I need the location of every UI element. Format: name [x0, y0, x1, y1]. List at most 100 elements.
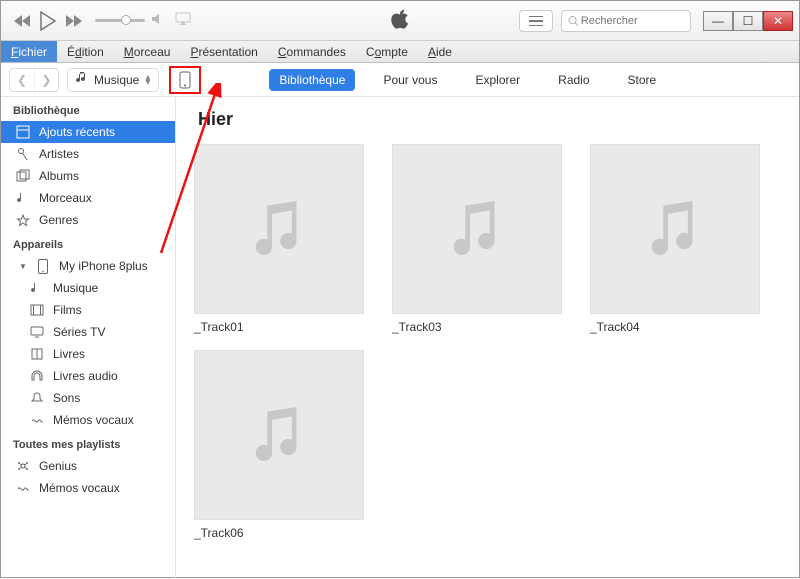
note-icon: [29, 280, 45, 296]
airplay-icon[interactable]: [175, 12, 191, 29]
sidebar-item-genres[interactable]: Genres: [1, 209, 175, 231]
sidebar-item-sons[interactable]: Sons: [1, 387, 175, 409]
list-view-button[interactable]: [519, 10, 553, 32]
mic-icon: [15, 146, 31, 162]
menu-fichier[interactable]: FFichierichier: [1, 41, 57, 62]
phone-icon: [35, 258, 51, 274]
genius-icon: [15, 458, 31, 474]
menu-commandes[interactable]: CommandesCommandes: [268, 41, 356, 62]
music-note-icon: [76, 71, 88, 88]
tab-store[interactable]: Store: [618, 69, 667, 91]
sidebar-item-label: Ajouts récents: [39, 125, 115, 139]
menu-compte[interactable]: CompteCompte: [356, 41, 418, 62]
sidebar-item-morceaux[interactable]: Morceaux: [1, 187, 175, 209]
sidebar-item-label: Sons: [53, 391, 80, 405]
tab-pour-vous[interactable]: Pour vous: [373, 69, 447, 91]
sidebar-item-séries-tv[interactable]: Séries TV: [1, 321, 175, 343]
chevron-updown-icon: ▴▾: [145, 75, 150, 85]
tab-bibliotheque[interactable]: Bibliothèque: [269, 69, 355, 91]
device-button[interactable]: [169, 66, 201, 94]
tv-icon: [29, 324, 45, 340]
album-tile[interactable]: _Track03: [392, 144, 562, 334]
sidebar-item-albums[interactable]: Albums: [1, 165, 175, 187]
sidebar-item-label: Genres: [39, 213, 78, 227]
nav-back-button[interactable]: ❮: [10, 69, 34, 91]
genres-icon: [15, 212, 31, 228]
sidebar-item-mémos-vocaux[interactable]: Mémos vocaux: [1, 409, 175, 431]
maximize-button[interactable]: ☐: [733, 11, 763, 31]
sidebar-item-label: Musique: [53, 281, 98, 295]
audiobook-icon: [29, 368, 45, 384]
close-button[interactable]: ✕: [763, 11, 793, 31]
toolbar: ❮ ❯ Musique ▴▾ Bibliothèque Pour vous Ex…: [1, 63, 799, 97]
memo-icon: [29, 412, 45, 428]
note-icon: [15, 190, 31, 206]
playback-controls: [13, 11, 83, 31]
album-tile[interactable]: _Track06: [194, 350, 364, 540]
album-tile[interactable]: _Track01: [194, 144, 364, 334]
menu-aide[interactable]: AideAide: [418, 41, 462, 62]
content-area: Hier _Track01 _Track03 _Track04 _Track06: [176, 97, 799, 579]
content-heading: Hier: [198, 109, 781, 130]
bell-icon: [29, 390, 45, 406]
next-button[interactable]: [65, 14, 83, 28]
sidebar-item-label: Albums: [39, 169, 79, 183]
menu-bar: FFichierichier ÉditionÉdition MorceauMor…: [1, 41, 799, 63]
search-field[interactable]: [561, 10, 691, 32]
sidebar-item-label: Mémos vocaux: [39, 481, 120, 495]
sidebar-item-label: Livres audio: [53, 369, 118, 383]
sidebar-item-ajouts-récents[interactable]: Ajouts récents: [1, 121, 175, 143]
album-art-placeholder: [392, 144, 562, 314]
search-input[interactable]: [579, 14, 684, 28]
sidebar-device[interactable]: ▼ My iPhone 8plus: [1, 255, 175, 277]
play-button[interactable]: [39, 11, 57, 31]
sidebar-item-films[interactable]: Films: [1, 299, 175, 321]
album-grid: _Track01 _Track03 _Track04 _Track06: [194, 144, 781, 540]
sidebar-item-musique[interactable]: Musique: [1, 277, 175, 299]
tab-explorer[interactable]: Explorer: [465, 69, 530, 91]
album-art-placeholder: [194, 144, 364, 314]
speaker-icon: [151, 13, 165, 28]
albums-icon: [15, 168, 31, 184]
sidebar-item-label: Genius: [39, 459, 77, 473]
album-label: _Track01: [194, 320, 364, 334]
album-art-placeholder: [590, 144, 760, 314]
sidebar-item-genius[interactable]: Genius: [1, 455, 175, 477]
category-select[interactable]: Musique ▴▾: [67, 68, 159, 92]
sidebar-item-label: Films: [53, 303, 82, 317]
memo-icon: [15, 480, 31, 496]
category-label: Musique: [94, 73, 139, 87]
sidebar-section-playlists: Toutes mes playlists: [1, 431, 175, 455]
sidebar-section-library: Bibliothèque: [1, 97, 175, 121]
volume-slider[interactable]: [95, 13, 165, 28]
device-label: My iPhone 8plus: [59, 259, 148, 273]
menu-presentation[interactable]: PrésentationPrésentation: [180, 41, 267, 62]
nav-forward-button[interactable]: ❯: [34, 69, 58, 91]
prev-button[interactable]: [13, 14, 31, 28]
sidebar-item-label: Morceaux: [39, 191, 92, 205]
sidebar-item-label: Mémos vocaux: [53, 413, 134, 427]
album-art-placeholder: [194, 350, 364, 520]
film-icon: [29, 302, 45, 318]
disclosure-triangle-icon[interactable]: ▼: [19, 262, 27, 271]
sidebar-item-livres[interactable]: Livres: [1, 343, 175, 365]
menu-morceau[interactable]: MorceauMorceau: [114, 41, 181, 62]
menu-edition[interactable]: ÉditionÉdition: [57, 41, 114, 62]
sidebar-item-label: Séries TV: [53, 325, 105, 339]
album-label: _Track03: [392, 320, 562, 334]
phone-icon: [179, 71, 191, 89]
search-icon: [568, 15, 579, 27]
album-tile[interactable]: _Track04: [590, 144, 760, 334]
sidebar-item-artistes[interactable]: Artistes: [1, 143, 175, 165]
sidebar-section-devices: Appareils: [1, 231, 175, 255]
nav-tabs: Bibliothèque Pour vous Explorer Radio St…: [269, 69, 666, 91]
recent-icon: [15, 124, 31, 140]
window-buttons: — ☐ ✕: [703, 11, 793, 31]
sidebar-item-mémos-vocaux[interactable]: Mémos vocaux: [1, 477, 175, 499]
nav-arrows: ❮ ❯: [9, 68, 59, 92]
minimize-button[interactable]: —: [703, 11, 733, 31]
tab-radio[interactable]: Radio: [548, 69, 599, 91]
sidebar-item-livres-audio[interactable]: Livres audio: [1, 365, 175, 387]
album-label: _Track06: [194, 526, 364, 540]
sidebar: Bibliothèque Ajouts récents Artistes Album…: [1, 97, 176, 579]
